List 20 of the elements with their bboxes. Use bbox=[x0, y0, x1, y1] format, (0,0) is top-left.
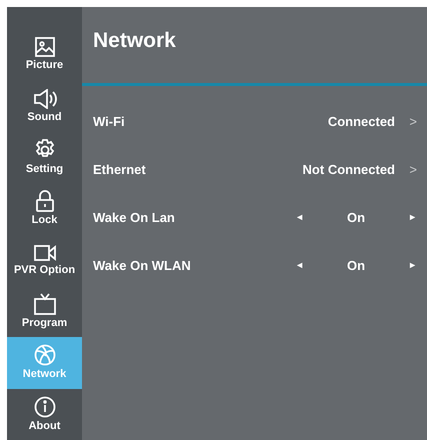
option-value: On bbox=[346, 209, 366, 228]
left-arrow-icon[interactable]: ◄ bbox=[295, 259, 304, 273]
left-arrow-icon[interactable]: ◄ bbox=[295, 211, 304, 225]
right-arrow-icon[interactable]: ► bbox=[408, 211, 417, 225]
video-camera-icon bbox=[32, 244, 56, 262]
right-arrow-icon[interactable]: ► bbox=[408, 259, 417, 273]
setting-label: Wake On WLAN bbox=[93, 257, 192, 276]
lock-icon bbox=[34, 190, 54, 212]
setting-label: Wi-Fi bbox=[93, 113, 126, 132]
option-value: On bbox=[346, 257, 366, 276]
setting-label: Wake On Lan bbox=[93, 209, 176, 228]
panel-title: Network bbox=[92, 28, 177, 54]
setting-label: Ethernet bbox=[93, 161, 147, 180]
tv-icon bbox=[32, 293, 56, 316]
globe-icon bbox=[34, 344, 56, 366]
speaker-icon bbox=[32, 88, 56, 109]
image-icon bbox=[34, 37, 56, 58]
status-value: Connected bbox=[328, 113, 395, 132]
info-icon bbox=[34, 396, 56, 418]
status-value: Not Connected bbox=[302, 161, 395, 180]
